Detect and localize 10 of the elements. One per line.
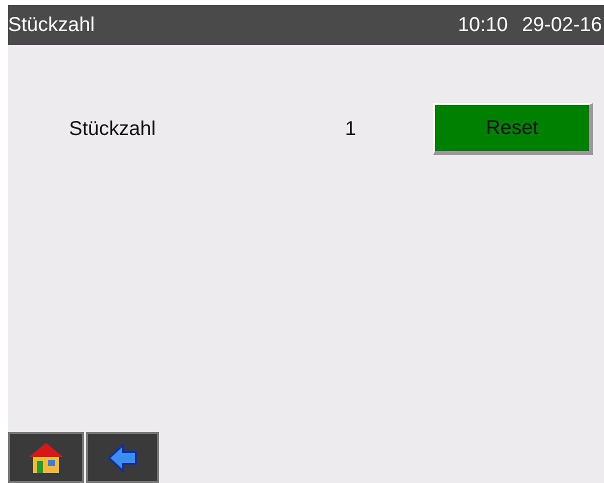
counter-value: 1 [345,117,358,142]
reset-button[interactable]: Reset [433,103,593,155]
back-button[interactable] [86,432,159,483]
counter-label: Stückzahl [69,117,157,142]
left-arrow-icon [106,442,138,472]
screen-title: Stückzahl [8,13,95,38]
date-text: 29-02-16 [522,13,602,38]
clock-time: 10:10 [458,13,508,38]
house-icon [27,440,65,474]
home-button[interactable] [8,432,84,483]
